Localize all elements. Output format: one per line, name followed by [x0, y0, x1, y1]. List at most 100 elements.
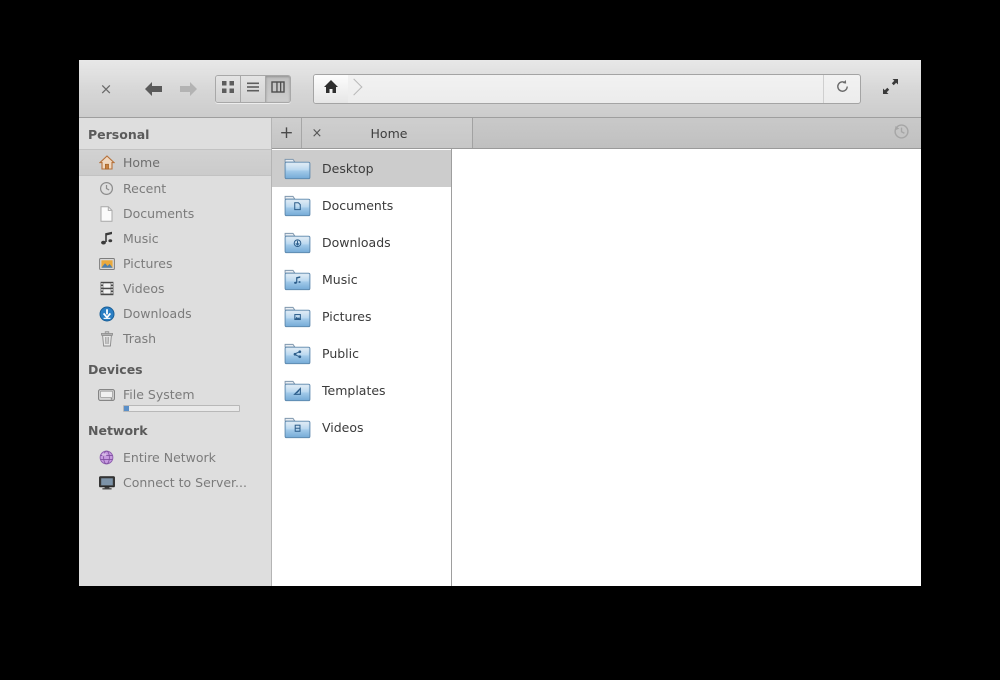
file-name-label: Videos	[322, 420, 364, 435]
trash-icon	[98, 330, 115, 347]
window-close-button[interactable]: ×	[93, 76, 119, 102]
file-name-label: Documents	[322, 198, 394, 213]
view-mode-column-view[interactable]	[266, 75, 290, 102]
view-mode-group	[215, 74, 291, 103]
view-mode-icon-view[interactable]	[216, 75, 241, 102]
sidebar-item-recent[interactable]: Recent	[79, 176, 271, 201]
network-globe-icon	[98, 449, 115, 466]
sidebar-item-pictures[interactable]: Pictures	[79, 251, 271, 276]
file-name-label: Downloads	[322, 235, 391, 250]
sidebar-item-label: File System	[123, 387, 195, 402]
file-list-row[interactable]: Public	[272, 335, 451, 372]
list-view-icon	[246, 79, 260, 98]
column-view-panes: Desktop Documents Downloads Music Pictures Pu…	[272, 149, 921, 586]
sidebar-item-trash[interactable]: Trash	[79, 326, 271, 351]
sidebar-item-downloads[interactable]: Downloads	[79, 301, 271, 326]
view-mode-list-view[interactable]	[241, 75, 266, 102]
sidebar-item-label: Trash	[123, 331, 157, 346]
folder-icon	[284, 305, 311, 328]
sidebar-section-network-heading: Network	[88, 423, 148, 438]
sidebar-item-connect-to-server[interactable]: Connect to Server...	[79, 470, 271, 495]
file-list-row[interactable]: Downloads	[272, 224, 451, 261]
home-icon	[98, 154, 115, 171]
breadcrumb-home-button[interactable]	[314, 74, 348, 103]
new-tab-button[interactable]: +	[272, 118, 302, 148]
folder-icon	[284, 231, 311, 254]
back-arrow-icon	[142, 79, 166, 99]
back-button[interactable]	[137, 74, 171, 104]
path-bar-empty-area[interactable]	[364, 75, 823, 103]
reload-button[interactable]	[823, 74, 860, 103]
folder-icon	[284, 379, 311, 402]
file-list-row[interactable]: Pictures	[272, 298, 451, 335]
window-body: Personal Home Recent Documents Music Pic…	[79, 118, 921, 586]
document-icon	[98, 205, 115, 222]
music-note-icon	[98, 230, 115, 247]
recent-clock-icon	[98, 180, 115, 197]
folder-icon	[284, 194, 311, 217]
history-icon	[893, 123, 910, 144]
preview-pane	[452, 149, 921, 586]
sidebar-item-file-system[interactable]: File System	[79, 384, 271, 412]
file-list-row[interactable]: Documents	[272, 187, 451, 224]
content-area: + × Home Desktop Documents Downloads Mus…	[272, 118, 921, 586]
sidebar-item-label: Music	[123, 231, 159, 246]
forward-arrow-icon	[176, 79, 200, 99]
tab-bar-spacer	[473, 118, 881, 148]
sidebar-section-personal-heading: Personal	[88, 127, 150, 142]
toolbar: ×	[79, 60, 921, 118]
monitor-icon	[98, 474, 115, 491]
tab-home[interactable]: × Home	[302, 118, 473, 148]
sidebar-item-label: Videos	[123, 281, 165, 296]
grid-view-icon	[221, 79, 235, 98]
file-list-row[interactable]: Music	[272, 261, 451, 298]
forward-button[interactable]	[171, 74, 205, 104]
sidebar-item-music[interactable]: Music	[79, 226, 271, 251]
history-button[interactable]	[881, 118, 921, 148]
sidebar-item-label: Connect to Server...	[123, 475, 247, 490]
harddisk-icon	[98, 386, 115, 403]
tab-close-icon[interactable]: ×	[302, 126, 332, 141]
column-view-icon	[271, 79, 285, 98]
film-icon	[98, 280, 115, 297]
file-name-label: Desktop	[322, 161, 374, 176]
sidebar-item-home[interactable]: Home	[79, 149, 271, 176]
file-list-column: Desktop Documents Downloads Music Pictures Pu…	[272, 149, 452, 586]
reload-icon	[835, 79, 850, 98]
sidebar: Personal Home Recent Documents Music Pic…	[79, 118, 272, 586]
file-name-label: Pictures	[322, 309, 372, 324]
download-icon	[98, 305, 115, 322]
file-name-label: Templates	[322, 383, 386, 398]
tab-bar: + × Home	[272, 118, 921, 149]
breadcrumb-separator	[348, 75, 364, 103]
folder-icon	[284, 268, 311, 291]
sidebar-section-devices-heading: Devices	[88, 362, 143, 377]
sidebar-item-label: Recent	[123, 181, 167, 196]
file-system-capacity-bar	[123, 405, 240, 412]
folder-icon	[284, 342, 311, 365]
folder-icon	[284, 416, 311, 439]
sidebar-item-label: Pictures	[123, 256, 173, 271]
file-system-capacity-fill	[124, 406, 129, 411]
plus-icon: +	[279, 123, 294, 143]
close-icon: ×	[99, 79, 113, 98]
sidebar-item-label: Downloads	[123, 306, 192, 321]
file-list-row[interactable]: Templates	[272, 372, 451, 409]
folder-icon	[284, 157, 311, 180]
file-list-row[interactable]: Desktop	[272, 150, 451, 187]
sidebar-item-label: Entire Network	[123, 450, 216, 465]
fullscreen-icon	[882, 78, 899, 99]
file-list-row[interactable]: Videos	[272, 409, 451, 446]
tab-label: Home	[370, 125, 408, 141]
path-bar[interactable]	[313, 73, 861, 104]
home-icon	[323, 79, 339, 98]
fullscreen-button[interactable]	[873, 74, 907, 104]
sidebar-item-entire-network[interactable]: Entire Network	[79, 445, 271, 470]
file-name-label: Music	[322, 272, 358, 287]
picture-icon	[98, 255, 115, 272]
sidebar-item-label: Documents	[123, 206, 195, 221]
sidebar-item-documents[interactable]: Documents	[79, 201, 271, 226]
sidebar-item-label: Home	[123, 155, 160, 170]
file-manager-window: × Personal Home Recent Documents Music P…	[79, 60, 921, 586]
sidebar-item-videos[interactable]: Videos	[79, 276, 271, 301]
